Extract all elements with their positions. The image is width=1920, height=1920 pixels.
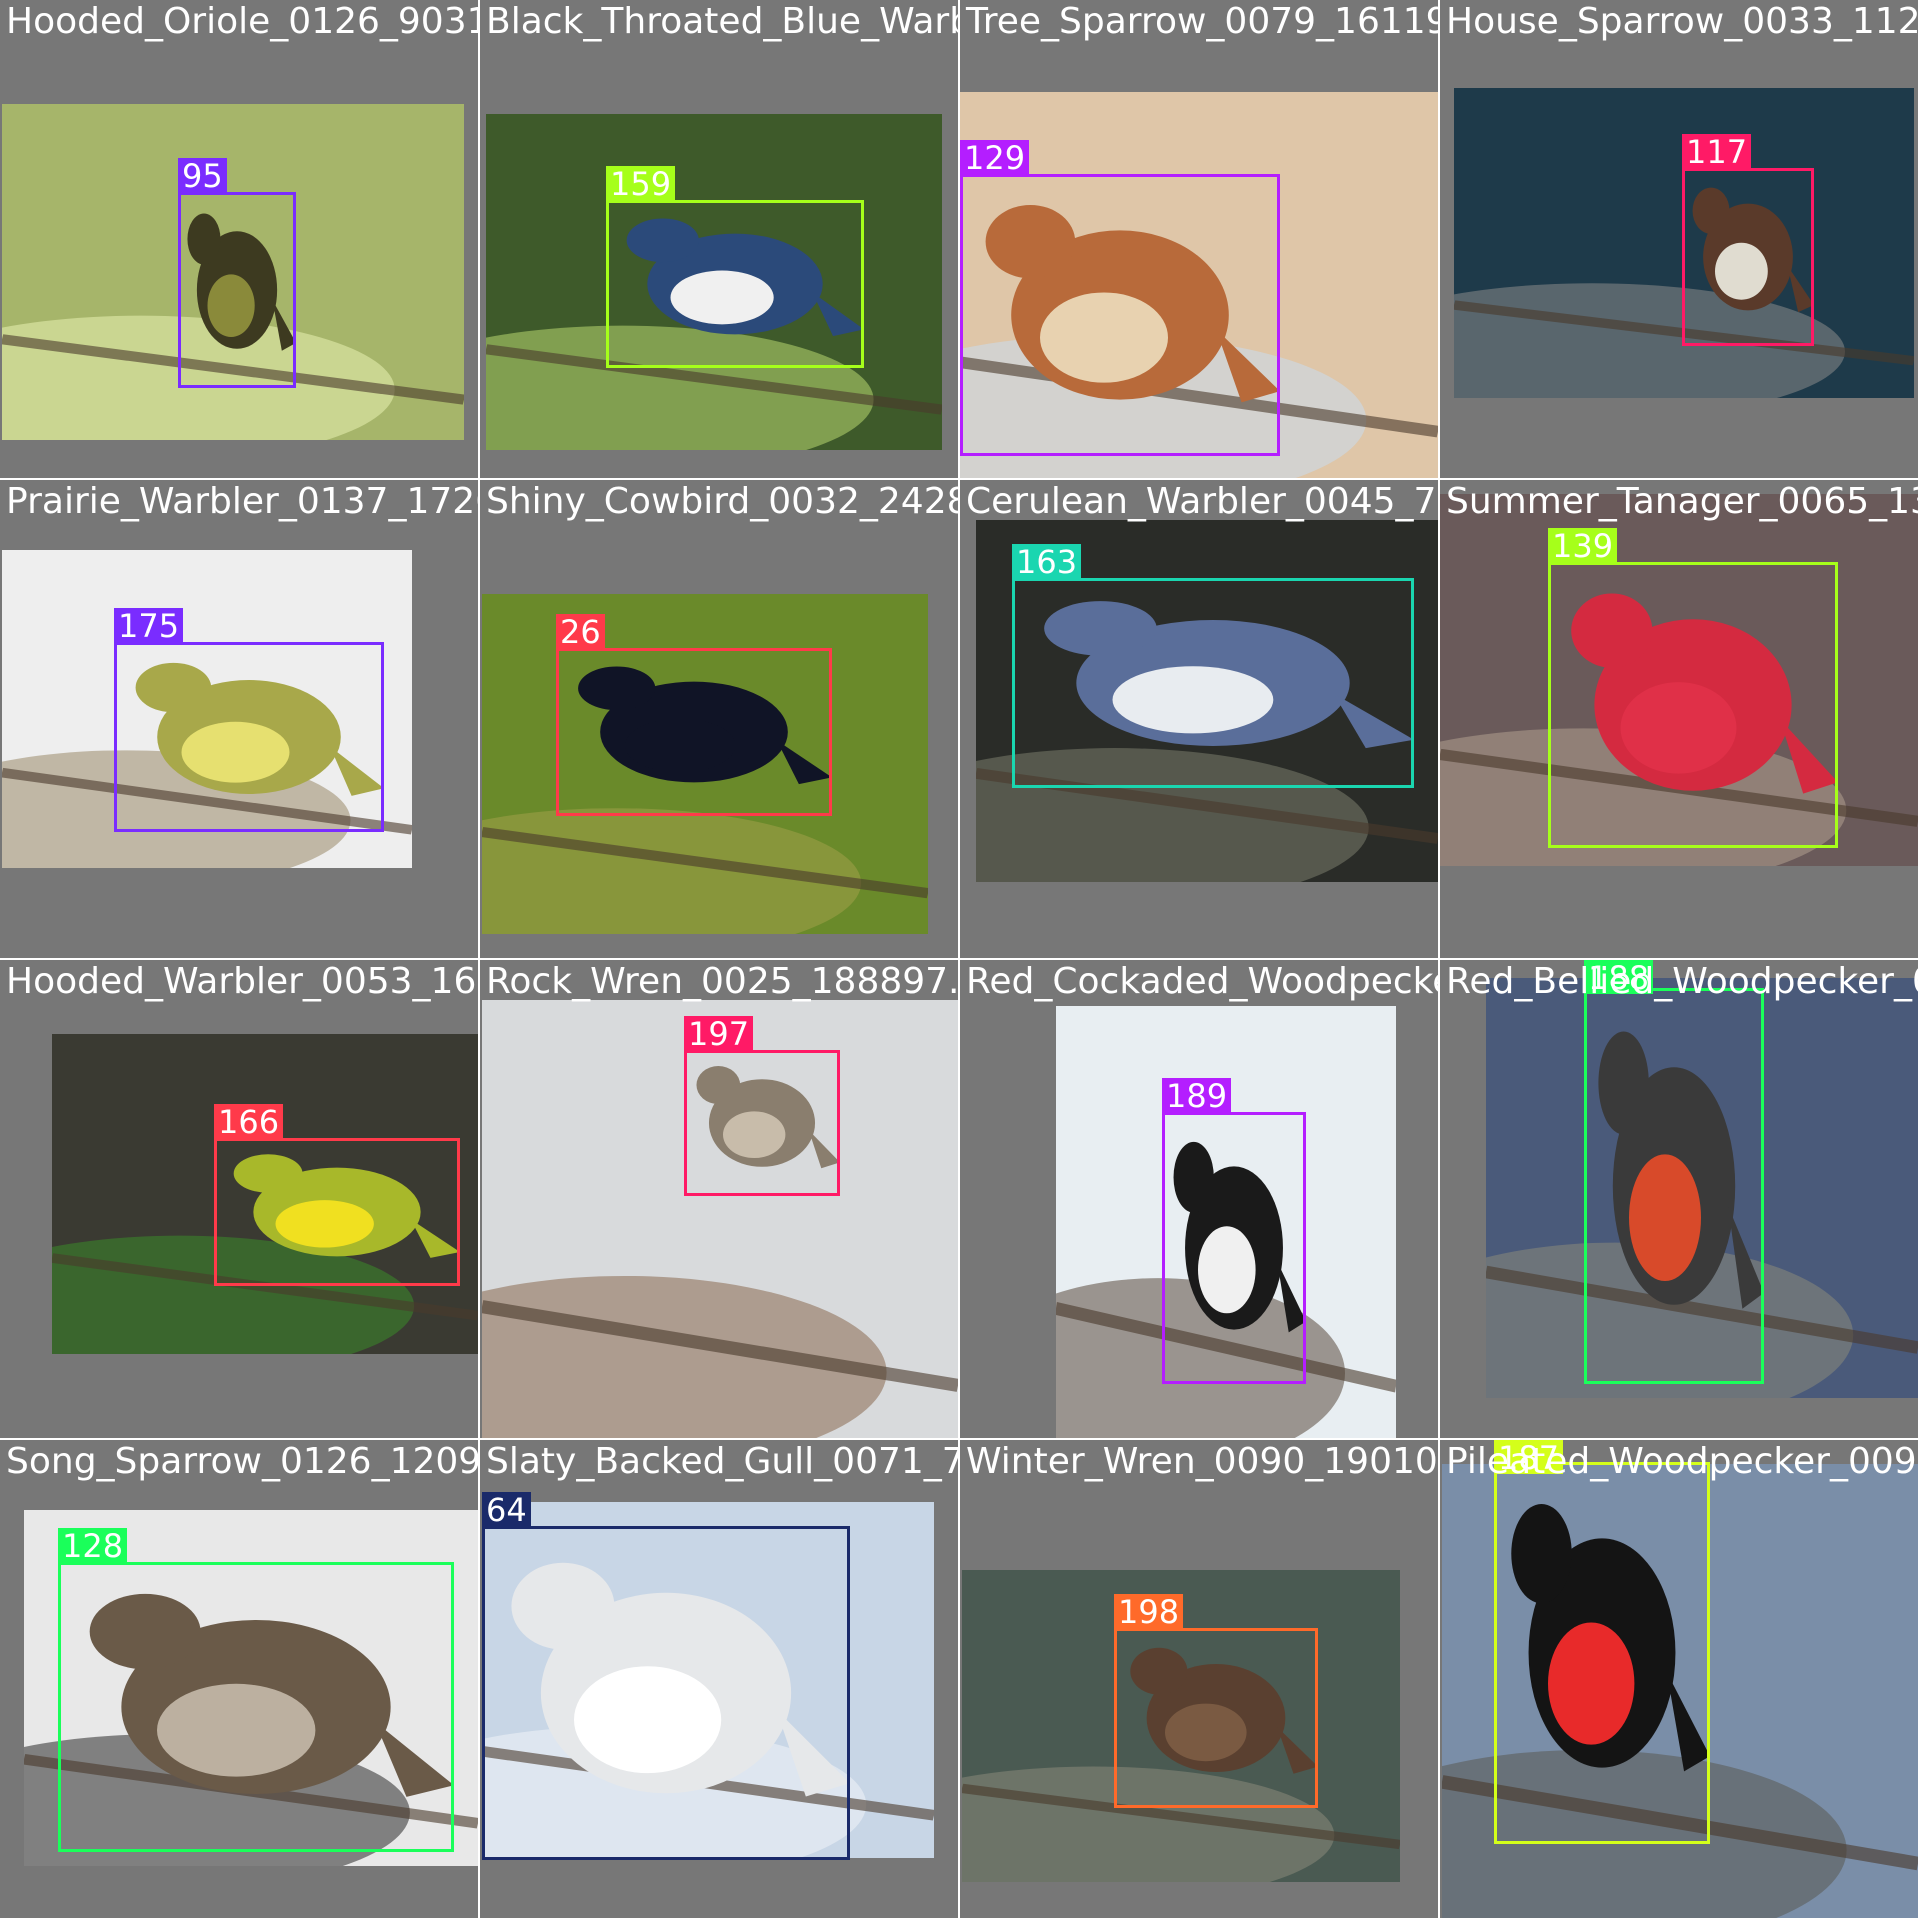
grid-tile: 64 Slaty_Backed_Gull_0071_796037.jpg [480,1440,958,1918]
tile-filename: Tree_Sparrow_0079_161194 [966,1,1438,42]
detection-box [214,1138,460,1286]
grid-tile: 26 Shiny_Cowbird_0032_24284 [480,480,958,958]
tile-filename: Song_Sparrow_0126_120903.jpg [6,1441,478,1482]
grid-tile: 188 Red_Bellied_Woodpecker_0 [1440,960,1918,1438]
detection-box [482,1526,850,1860]
detection-box [606,200,864,368]
tile-filename: Rock_Wren_0025_188897.jpg [486,961,958,1002]
detection-class-label: 117 [1682,134,1752,170]
tile-filename: Prairie_Warbler_0137_172680.jpg [6,481,478,522]
detection-class-label: 175 [114,608,184,644]
grid-tile: 189 Red_Cockaded_Woodpecker_0037 [960,960,1438,1438]
tile-filename: Slaty_Backed_Gull_0071_796037.jpg [486,1441,958,1482]
detection-mosaic: 95 Hooded_Oriole_0126_90319.jpg 159 Black_T… [0,0,1920,1920]
tile-filename: Hooded_Warbler_0053_164631.jpg [6,961,478,1002]
detection-box [960,174,1280,456]
grid-tile: 117 House_Sparrow_0033_112511 [1440,0,1918,478]
detection-class-label: 189 [1162,1078,1232,1114]
detection-class-label: 166 [214,1104,284,1140]
tile-filename: Winter_Wren_0090_190104.jpg [966,1441,1438,1482]
detection-box [1494,1462,1710,1844]
detection-class-label: 139 [1548,528,1618,564]
detection-box [1682,168,1814,346]
tile-filename: Cerulean_Warbler_0045_797217 [966,481,1438,522]
detection-box [178,192,296,388]
tile-filename: Pileated_Woodpecker_0097 [1446,1441,1918,1482]
detection-class-label: 197 [684,1016,754,1052]
tile-filename: Red_Cockaded_Woodpecker_0037 [966,961,1438,1002]
detection-box [114,642,384,832]
grid-tile: 129 Tree_Sparrow_0079_161194 [960,0,1438,478]
detection-class-label: 64 [482,1492,531,1528]
grid-tile: 159 Black_Throated_Blue_Warbler_ [480,0,958,478]
detection-box [1584,988,1764,1384]
detection-class-label: 129 [960,140,1030,176]
detection-class-label: 128 [58,1528,128,1564]
detection-box [1114,1628,1318,1808]
tile-filename: Hooded_Oriole_0126_90319.jpg [6,1,478,42]
detection-box [684,1050,840,1196]
tile-filename: Shiny_Cowbird_0032_24284 [486,481,958,522]
grid-tile: 139 Summer_Tanager_0065_139 [1440,480,1918,958]
detection-class-label: 163 [1012,544,1082,580]
grid-tile: 95 Hooded_Oriole_0126_90319.jpg [0,0,478,478]
detection-class-label: 26 [556,614,605,650]
tile-filename: House_Sparrow_0033_112511 [1446,1,1918,42]
detection-box [1548,562,1838,848]
grid-tile: 198 Winter_Wren_0090_190104.jpg [960,1440,1438,1918]
detection-box [58,1562,454,1852]
grid-tile: 128 Song_Sparrow_0126_120903.jpg [0,1440,478,1918]
grid-tile: 197 Rock_Wren_0025_188897.jpg [480,960,958,1438]
tile-filename: Black_Throated_Blue_Warbler_ [486,1,958,42]
detection-box [1012,578,1414,788]
detection-class-label: 198 [1114,1594,1184,1630]
detection-class-label: 159 [606,166,676,202]
detection-class-label: 95 [178,158,227,194]
grid-tile: 175 Prairie_Warbler_0137_172680.jpg [0,480,478,958]
grid-tile: 187 Pileated_Woodpecker_0097 [1440,1440,1918,1918]
grid-tile: 166 Hooded_Warbler_0053_164631.jpg [0,960,478,1438]
detection-box [1162,1112,1306,1384]
detection-box [556,648,832,816]
tile-filename: Summer_Tanager_0065_139 [1446,481,1918,522]
grid-tile: 163 Cerulean_Warbler_0045_797217 [960,480,1438,958]
tile-filename: Red_Bellied_Woodpecker_0 [1446,961,1918,1002]
